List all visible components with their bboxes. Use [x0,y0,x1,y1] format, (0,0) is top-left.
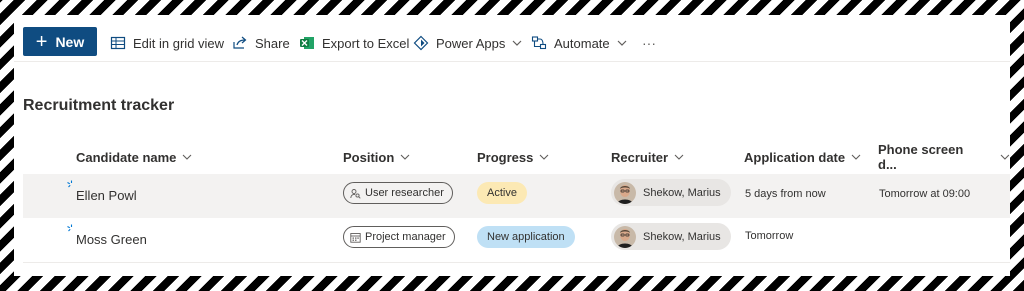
share-icon [233,36,247,49]
chevron-down-icon [512,40,522,46]
recruiter-name: Shekow, Marius [643,230,721,243]
position-label: User researcher [365,187,444,199]
column-header-application-date[interactable]: Application date [744,148,861,166]
command-bar: + New Edit in grid view Share Export to … [14,15,1010,62]
position-label: Project manager [365,231,446,243]
chevron-down-icon [400,154,410,160]
table-row[interactable]: Moss Green Project manager New applicati… [23,218,1010,263]
column-header-label: Phone screen d... [878,142,964,172]
column-header-label: Recruiter [611,149,669,165]
chevron-down-icon [617,40,627,46]
edit-grid-view-button[interactable]: Edit in grid view [110,34,224,52]
table-row[interactable]: Ellen Powl User researcher Active Shekow… [23,174,1010,218]
candidate-name[interactable]: Moss Green [76,232,147,247]
automate-button[interactable]: Automate [531,34,634,52]
progress-label: Active [487,187,517,199]
column-header-candidate-name[interactable]: Candidate name [76,148,192,166]
excel-icon [300,37,314,49]
calendar-icon [350,232,361,243]
new-item-icon [67,180,73,188]
edit-grid-view-label: Edit in grid view [133,35,225,51]
chevron-down-icon [851,154,861,160]
progress-pill: Active [477,182,527,204]
power-apps-button[interactable]: Power Apps [413,34,529,52]
power-apps-label: Power Apps [436,35,506,51]
avatar [614,181,636,204]
grid-icon [110,36,126,50]
column-header-label: Position [343,149,395,165]
chevron-down-icon [539,154,549,160]
new-item-icon [67,224,73,232]
column-header-progress[interactable]: Progress [477,148,549,166]
automate-flow-icon [531,36,547,50]
more-icon: ··· [642,35,656,51]
recruiter-pill[interactable]: Shekow, Marius [611,179,731,206]
application-date: 5 days from now [745,188,826,200]
recruiter-name: Shekow, Marius [643,186,721,199]
person-search-icon [350,188,361,199]
list-panel: + New Edit in grid view Share Export to … [14,15,1010,276]
column-header-label: Application date [744,149,846,165]
more-button[interactable]: ··· [642,34,656,52]
share-button[interactable]: Share [232,34,290,52]
export-to-excel-button[interactable]: Export to Excel [299,34,409,52]
new-button[interactable]: + New [23,27,97,56]
avatar [614,225,636,248]
chevron-down-icon [183,154,192,160]
column-header-phone-screen-date[interactable]: Phone screen d... [878,142,1010,172]
position-pill: Project manager [343,226,455,248]
chevron-down-icon [1000,154,1010,160]
progress-pill: New application [477,226,575,248]
share-label: Share [255,35,290,51]
power-apps-icon [413,35,429,51]
position-pill: User researcher [343,182,453,204]
column-header-label: Progress [477,149,534,165]
phone-screen-date: Tomorrow at 09:00 [879,188,971,200]
application-date: Tomorrow [745,230,794,242]
column-header-label: Candidate name [76,149,177,165]
column-header-position[interactable]: Position [343,148,410,166]
automate-label: Automate [554,35,610,51]
recruiter-pill[interactable]: Shekow, Marius [611,223,731,250]
column-header-recruiter[interactable]: Recruiter [611,148,684,166]
new-button-label: New [55,33,85,50]
list-title: Recruitment tracker [23,97,175,114]
plus-icon: + [35,30,48,53]
export-to-excel-label: Export to Excel [322,35,410,51]
progress-label: New application [487,231,565,243]
candidate-name[interactable]: Ellen Powl [76,188,137,203]
chevron-down-icon [674,154,684,160]
